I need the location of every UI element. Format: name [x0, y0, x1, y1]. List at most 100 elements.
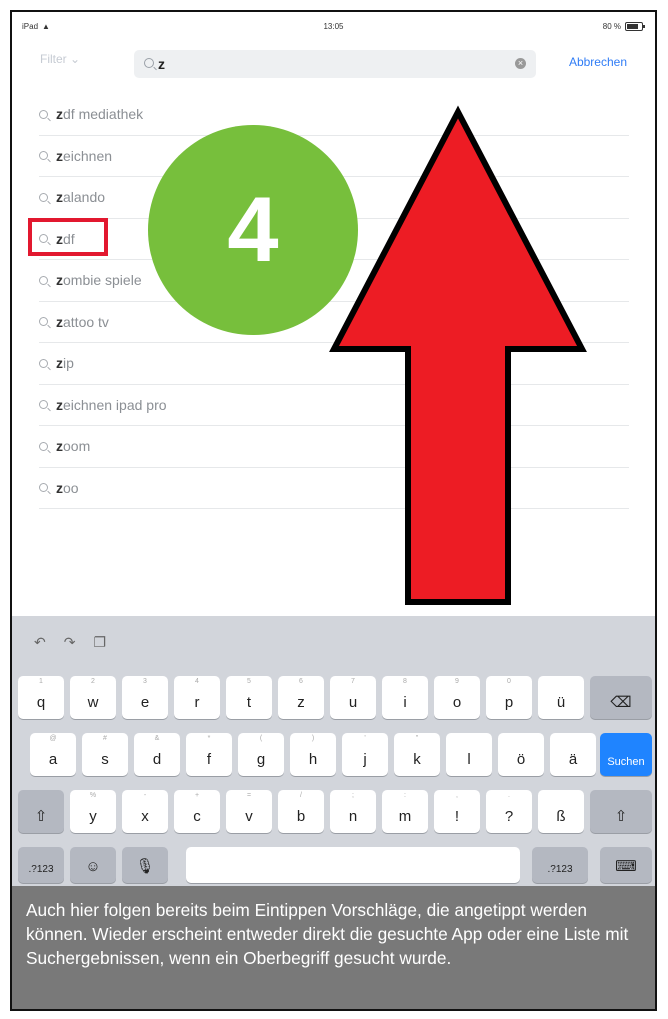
- suggestion-match: z: [56, 147, 63, 164]
- key-w[interactable]: 2w: [70, 676, 116, 719]
- suggestion-match: z: [56, 189, 63, 206]
- key-l[interactable]: l: [446, 733, 492, 776]
- key-y[interactable]: % y: [70, 790, 116, 833]
- keyboard-icon: ⌨: [615, 858, 637, 875]
- key-a[interactable]: @ a: [30, 733, 76, 776]
- suggestion-rest: alando: [63, 189, 106, 206]
- key-hint: =: [246, 792, 252, 799]
- shift-key-right[interactable]: ⇧: [590, 790, 652, 833]
- clock: 13:05: [323, 22, 344, 31]
- key-m[interactable]: :m: [382, 790, 428, 833]
- key-hint: 0: [507, 678, 511, 685]
- key-q[interactable]: 1q: [18, 676, 64, 719]
- emoji-icon: ☺: [85, 858, 101, 875]
- key-label: ö: [516, 751, 526, 768]
- key-label: ?: [504, 808, 514, 825]
- shift-key[interactable]: ⇧: [18, 790, 64, 833]
- key-g[interactable]: (g: [238, 733, 284, 776]
- suggestion-rest: df mediathek: [63, 106, 144, 123]
- key-k[interactable]: " k: [394, 733, 440, 776]
- key-label: k: [413, 751, 421, 768]
- key-b[interactable]: / b: [278, 790, 324, 833]
- key-p[interactable]: 0p: [486, 676, 532, 719]
- key-label: ü: [556, 694, 566, 711]
- up-arrow-icon: [329, 105, 587, 605]
- search-icon: [39, 483, 48, 493]
- key-hint: 1: [39, 678, 43, 685]
- key-label: n: [348, 808, 358, 825]
- caption-text: Auch hier folgen bereits beim Eintippen …: [12, 886, 655, 1009]
- emoji-key[interactable]: ☺: [70, 847, 116, 883]
- key-j[interactable]: ' j: [342, 733, 388, 776]
- undo-icon[interactable]: ↶: [34, 634, 46, 651]
- key-z[interactable]: 6z: [278, 676, 324, 719]
- key-label: p: [504, 694, 514, 711]
- key-u[interactable]: 7u: [330, 676, 376, 719]
- shift-icon: ⇧: [614, 808, 628, 825]
- chevron-down-icon: ⌄: [70, 52, 81, 66]
- backspace-icon: ⌫: [610, 694, 632, 711]
- cancel-button[interactable]: Abbrechen: [569, 55, 627, 69]
- paste-icon[interactable]: ❐: [93, 634, 106, 651]
- backspace-key[interactable]: ⌫: [590, 676, 652, 719]
- suggestion-rest: oo: [63, 479, 79, 496]
- key-exclam[interactable]: ,!: [434, 790, 480, 833]
- key-label: .?123: [547, 864, 573, 875]
- device-label: iPad: [22, 22, 39, 31]
- key-d[interactable]: & d: [134, 733, 180, 776]
- search-input[interactable]: z ×: [134, 50, 536, 78]
- search-key[interactable]: Suchen: [600, 733, 652, 776]
- key-i[interactable]: 8i: [382, 676, 428, 719]
- key-ß[interactable]: ß: [538, 790, 584, 833]
- key-label: o: [452, 694, 462, 711]
- key-hint: 9: [455, 678, 459, 685]
- dictation-key[interactable]: 🎙: [122, 847, 168, 883]
- microphone-icon: 🎙: [135, 858, 155, 875]
- search-header: Filter ⌄ z × Abbrechen: [12, 40, 655, 86]
- filter-label: Filter: [40, 52, 67, 66]
- wifi-icon: ▲: [42, 22, 50, 31]
- key-ä[interactable]: ä: [550, 733, 596, 776]
- hide-keyboard-key[interactable]: ⌨: [600, 847, 652, 883]
- key-label: z: [297, 694, 305, 711]
- key-label: y: [89, 808, 97, 825]
- suggestion-rest: ombie spiele: [63, 272, 142, 289]
- space-key[interactable]: [186, 847, 520, 883]
- key-h[interactable]: ) h: [290, 733, 336, 776]
- clear-icon[interactable]: ×: [515, 58, 526, 69]
- search-query: z: [158, 56, 165, 72]
- shift-icon: ⇧: [34, 808, 48, 825]
- redo-icon[interactable]: ↷: [64, 634, 76, 651]
- key-c[interactable]: + c: [174, 790, 220, 833]
- key-label: h: [308, 751, 318, 768]
- key-label: e: [140, 694, 150, 711]
- search-icon: [39, 441, 48, 451]
- key-x[interactable]: -x: [122, 790, 168, 833]
- key-hint: 8: [403, 678, 407, 685]
- key-label: w: [87, 694, 99, 711]
- key-label: d: [152, 751, 162, 768]
- key-v[interactable]: = v: [226, 790, 272, 833]
- key-t[interactable]: 5t: [226, 676, 272, 719]
- key-s[interactable]: # s: [82, 733, 128, 776]
- key-label: f: [206, 751, 212, 768]
- key-label: m: [398, 808, 412, 825]
- key-label: u: [348, 694, 358, 711]
- key-n[interactable]: ; n: [330, 790, 376, 833]
- suggestion-match: z: [56, 438, 63, 455]
- key-label: l: [467, 751, 471, 768]
- key-e[interactable]: 3e: [122, 676, 168, 719]
- key-hint: (: [259, 735, 263, 742]
- key-f[interactable]: * f: [186, 733, 232, 776]
- filter-button[interactable]: Filter ⌄: [40, 52, 80, 66]
- key-ö[interactable]: ö: [498, 733, 544, 776]
- numbers-key-left[interactable]: .?123: [18, 847, 64, 883]
- key-hint: %: [89, 792, 97, 799]
- key-label: ß: [556, 808, 566, 825]
- key-r[interactable]: 4r: [174, 676, 220, 719]
- key-ü[interactable]: ü: [538, 676, 584, 719]
- key-question[interactable]: .?: [486, 790, 532, 833]
- suggestion-match: z: [56, 396, 63, 413]
- key-o[interactable]: 9o: [434, 676, 480, 719]
- numbers-key-right[interactable]: .?123: [532, 847, 588, 883]
